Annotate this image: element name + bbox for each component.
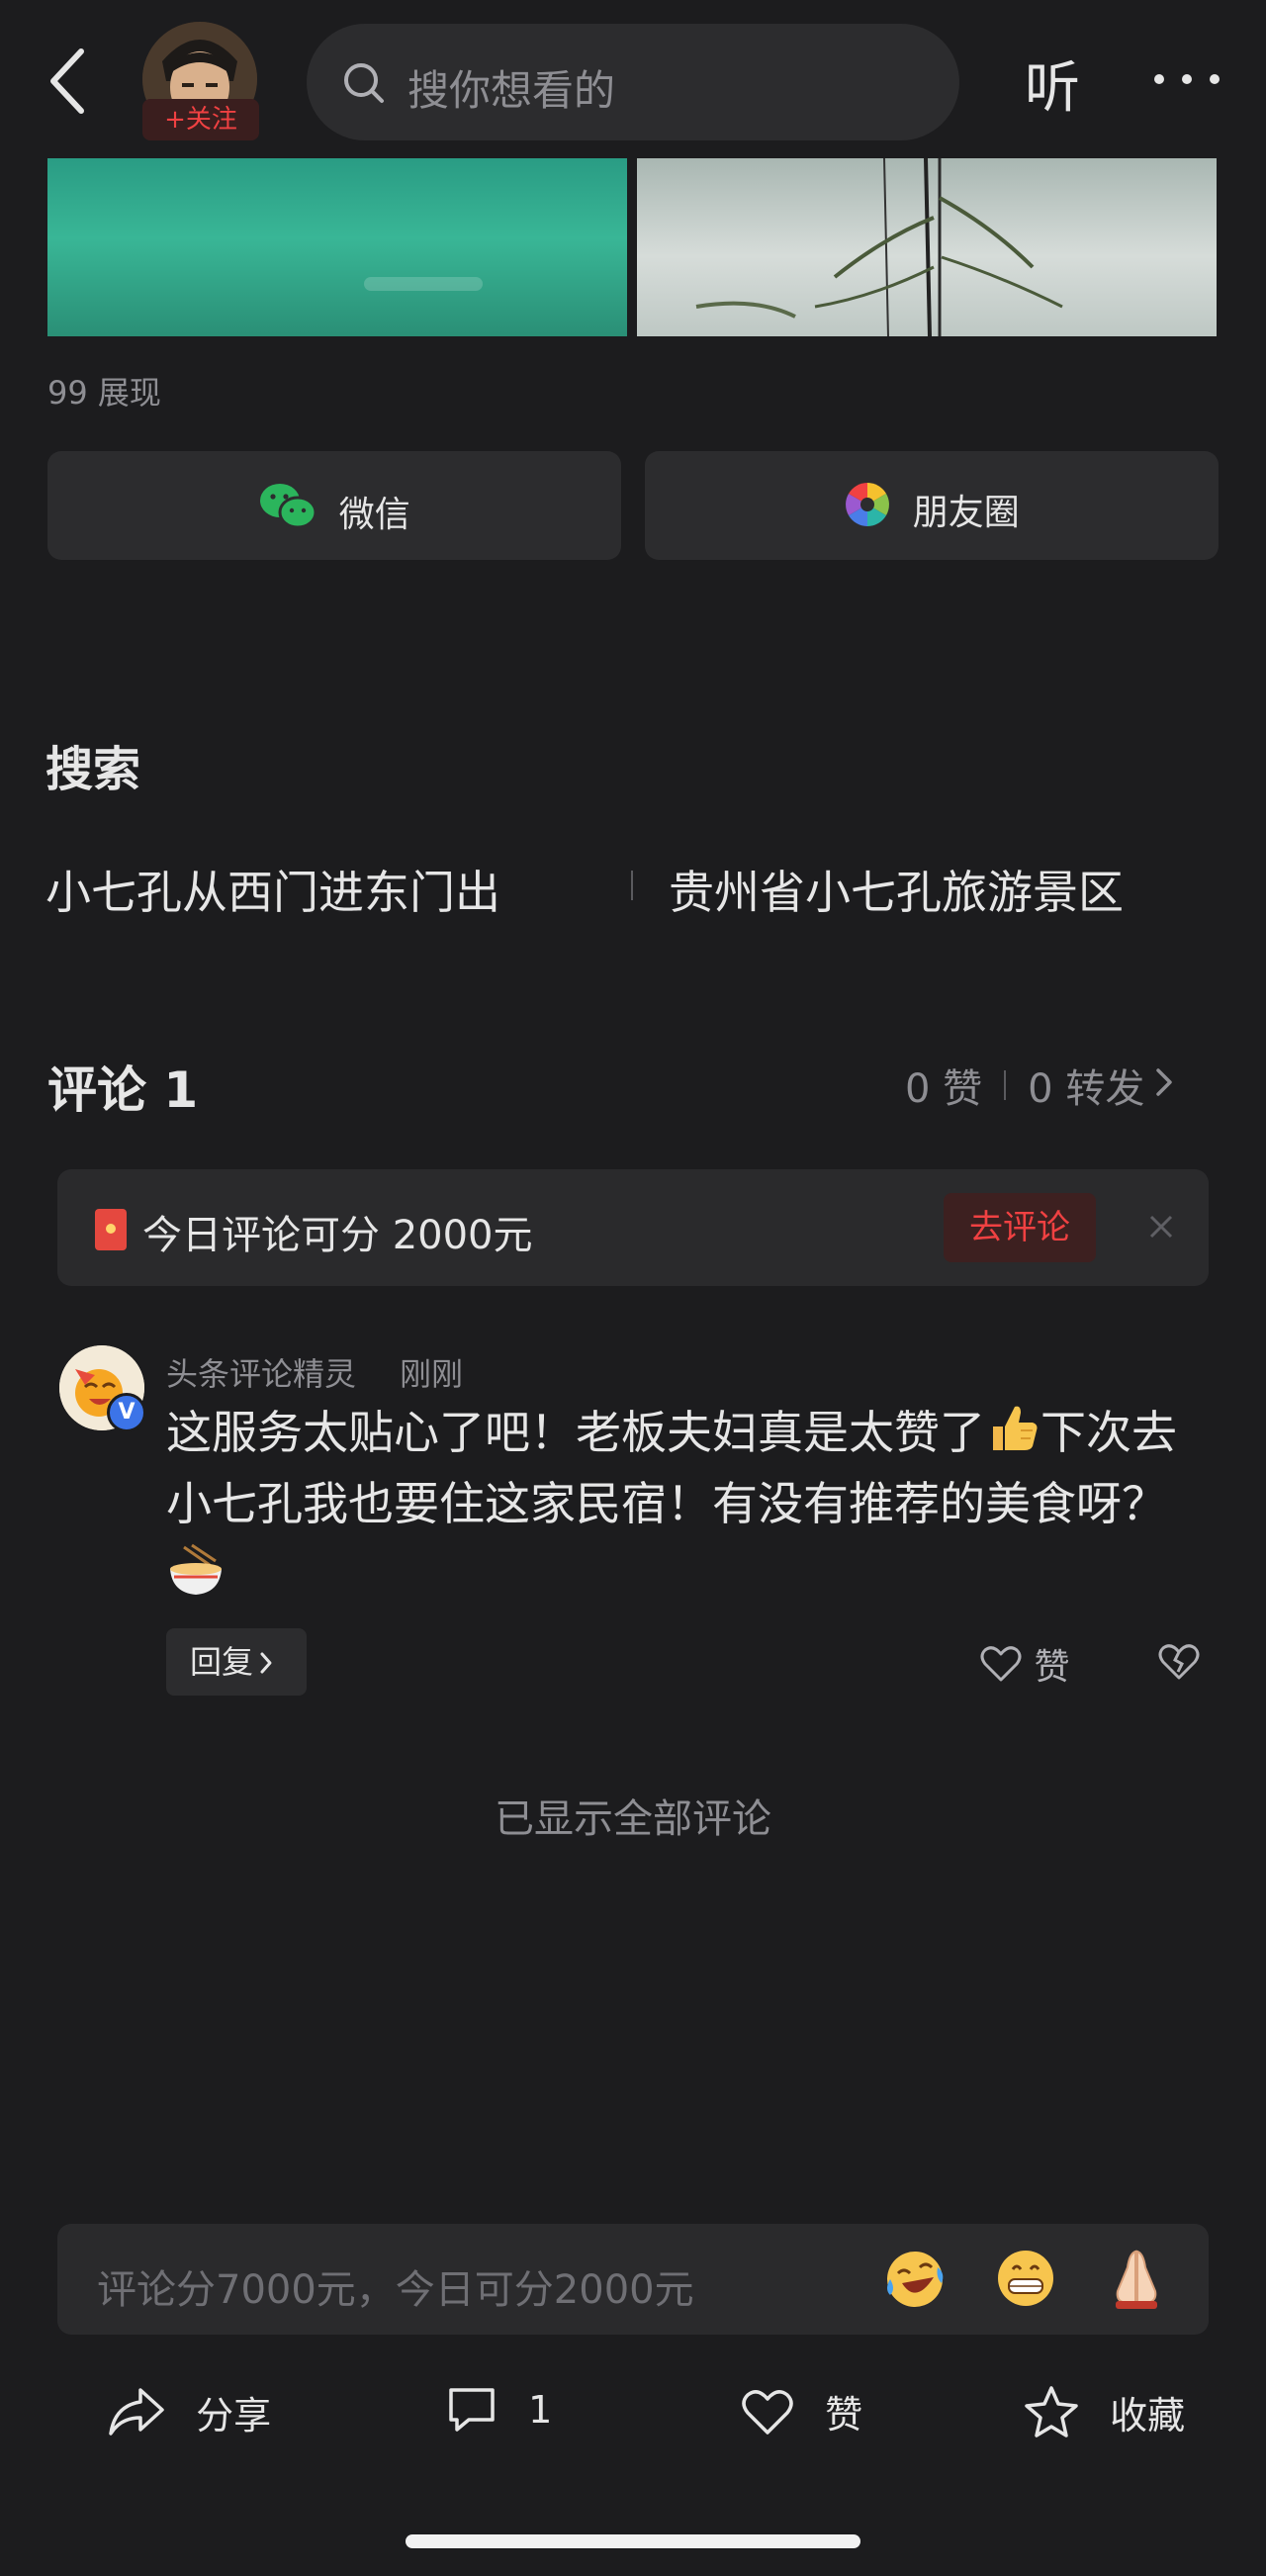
search-section-title: 搜索 (45, 742, 141, 797)
share-wechat-button[interactable]: 微信 (47, 451, 621, 560)
back-arrow-icon[interactable] (40, 42, 99, 121)
comment-count: 1 (528, 2388, 553, 2432)
praying-hands-emoji[interactable] (1102, 2244, 1171, 2313)
search-bar[interactable]: 搜你想看的 (307, 24, 959, 140)
comment-text-1: 这服务太贴心了吧！老板夫妇真是太赞了 (166, 1406, 985, 1459)
heart-icon (742, 2389, 793, 2435)
share-arrow-icon (109, 2388, 164, 2436)
search-icon (342, 61, 386, 105)
more-options-icon[interactable] (1147, 49, 1226, 109)
comments-title: 评论 1 (47, 1061, 199, 1119)
listen-button[interactable]: 听 (1025, 44, 1080, 124)
comment-input[interactable]: 评论分7000元，今日可分2000元 (57, 2224, 1209, 2335)
comment-author[interactable]: 头条评论精灵 (166, 1349, 356, 1395)
share-wechat-label: 微信 (338, 494, 410, 535)
search-suggestion-2[interactable]: 贵州省小七孔旅游景区 (669, 857, 1124, 922)
view-count: 99 展现 (47, 374, 161, 412)
like-count: 0 赞 (905, 1066, 983, 1112)
chevron-right-icon (1154, 1062, 1174, 1108)
share-button[interactable]: 分享 (107, 2384, 271, 2439)
reply-label: 回复 (190, 1643, 254, 1681)
comment-time: 刚刚 (400, 1355, 464, 1393)
go-comment-button[interactable]: 去评论 (944, 1193, 1096, 1262)
search-suggestion-1[interactable]: 小七孔从西门进东门出 (45, 857, 500, 922)
heart-outline-icon (980, 1646, 1022, 1682)
post-image-bamboo[interactable] (637, 158, 1217, 336)
suggestion-divider (631, 871, 633, 900)
stats-divider (1004, 1070, 1007, 1100)
share-moments-label: 朋友圈 (912, 492, 1020, 533)
comment-reward-banner: 今日评论可分 2000元 去评论 (57, 1169, 1209, 1286)
wechat-icon (258, 481, 317, 541)
broken-heart-icon[interactable] (1157, 1640, 1201, 1684)
red-envelope-icon (95, 1209, 127, 1250)
like-label: 赞 (825, 2393, 863, 2437)
share-moments-button[interactable]: 朋友圈 (645, 451, 1219, 560)
home-indicator (406, 2534, 860, 2548)
grinning-emoji[interactable] (991, 2244, 1060, 2313)
author-avatar-group[interactable]: +关注 (138, 22, 262, 140)
reply-button[interactable]: 回复 (166, 1628, 307, 1696)
comment-button[interactable]: 1 (445, 2384, 552, 2436)
comment-bubble-icon (449, 2388, 495, 2432)
comment-body: 这服务太贴心了吧！老板夫妇真是太赞了 下次去小七孔我也要住这家民宿！有没有推荐的美… (166, 1397, 1185, 1610)
chevron-right-icon (259, 1630, 273, 1698)
favorite-label: 收藏 (1110, 2393, 1186, 2438)
comment-input-placeholder: 评论分7000元，今日可分2000元 (97, 2267, 694, 2313)
promo-text: 今日评论可分 2000元 (142, 1213, 533, 1258)
repost-count: 0 转发 (1028, 1066, 1145, 1112)
thumbs-up-emoji (985, 1401, 1040, 1456)
favorite-button[interactable]: 收藏 (1023, 2384, 1185, 2439)
moments-icon (844, 481, 891, 537)
all-comments-shown: 已显示全部评论 (495, 1796, 771, 1842)
post-stats[interactable]: 0 赞 0 转发 (905, 1057, 1174, 1114)
bottom-action-bar: 分享 1 赞 收藏 (0, 2364, 1266, 2473)
top-bar: +关注 搜你想看的 听 (0, 0, 1266, 158)
post-image-river[interactable] (47, 158, 627, 336)
like-button[interactable]: 赞 (740, 2384, 862, 2438)
search-placeholder: 搜你想看的 (407, 66, 616, 115)
comment-like-button[interactable]: 赞 (979, 1638, 1069, 1690)
laughing-crying-emoji[interactable] (880, 2244, 950, 2313)
share-label: 分享 (196, 2393, 272, 2438)
verified-badge: V (107, 1393, 146, 1432)
star-icon (1025, 2386, 1078, 2438)
close-icon[interactable] (1141, 1207, 1181, 1246)
comment-like-label: 赞 (1034, 1647, 1070, 1688)
noodle-bowl-emoji (166, 1543, 226, 1599)
follow-button[interactable]: +关注 (142, 99, 259, 140)
